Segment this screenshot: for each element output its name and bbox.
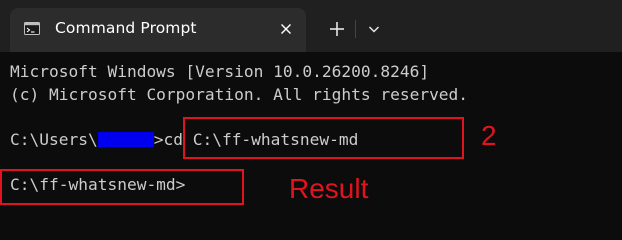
title-bar: Command Prompt <box>0 0 622 52</box>
plus-icon[interactable] <box>324 16 350 42</box>
tab-separator <box>355 20 356 38</box>
terminal-line-copyright: (c) Microsoft Corporation. All rights re… <box>10 85 469 104</box>
prompt-prefix: C:\Users\ <box>10 130 98 149</box>
terminal-line-version: Microsoft Windows [Version 10.0.26200.82… <box>10 62 430 81</box>
annotation-step-label: 2 <box>481 120 497 151</box>
annotation-box-command <box>183 117 464 159</box>
redacted-username <box>97 132 154 147</box>
tab-command-prompt[interactable]: Command Prompt <box>10 8 306 52</box>
command-prompt-icon <box>24 22 40 35</box>
close-icon[interactable] <box>278 21 294 37</box>
chevron-down-icon[interactable] <box>363 18 385 40</box>
tab-title: Command Prompt <box>55 19 197 37</box>
prompt-suffix: > <box>153 130 164 149</box>
annotation-box-result <box>0 169 244 205</box>
annotation-result-label: Result <box>289 173 369 204</box>
